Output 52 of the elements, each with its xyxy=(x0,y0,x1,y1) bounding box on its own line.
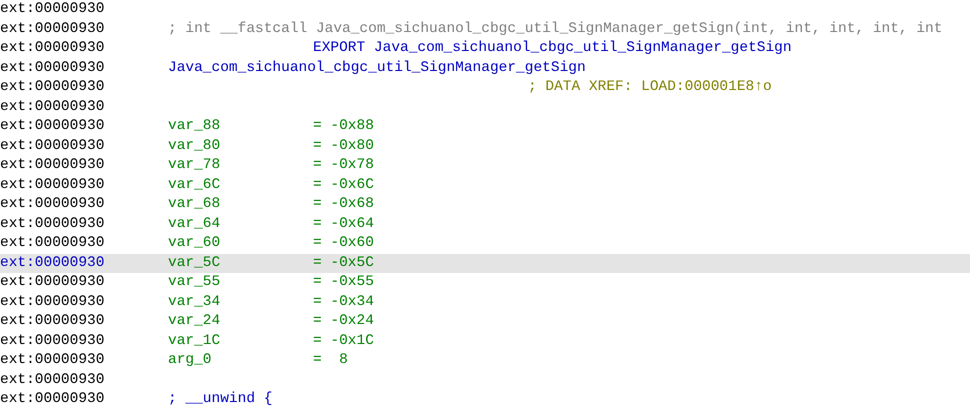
variable-name: var_1C xyxy=(168,332,222,350)
variable-name: var_55 xyxy=(168,273,222,292)
variable-name: var_78 xyxy=(168,156,222,175)
address-label: ext:00000930 xyxy=(0,0,106,19)
variable-offset: = -0x55 xyxy=(313,273,374,292)
address-label: ext:00000930 xyxy=(0,370,106,390)
address-label: ext:00000930 xyxy=(0,195,106,214)
address-label: ext:00000930 xyxy=(0,39,106,58)
address-label: ext:00000930 xyxy=(0,351,106,370)
address-label: ext:00000930 xyxy=(0,273,106,292)
export-directive: EXPORT Java_com_sichuanol_cbgc_util_SignManager_getSign xyxy=(313,39,792,58)
variable-name: var_64 xyxy=(168,214,222,234)
address-label: ext:00000930 xyxy=(0,292,106,312)
function-label: Java_com_sichuanol_cbgc_util_SignManager_getSign xyxy=(168,58,586,78)
address-label: ext:00000930 xyxy=(0,58,106,78)
address-label: ext:00000930 xyxy=(0,117,106,136)
variable-name: var_24 xyxy=(168,312,222,331)
address-label: ext:00000930 xyxy=(0,214,106,234)
address-label: ext:00000930 xyxy=(0,98,106,116)
variable-name: var_5C xyxy=(168,254,222,272)
address-label: ext:00000930 xyxy=(0,156,106,175)
address-label: ext:00000930 xyxy=(0,234,106,253)
variable-offset: = -0x80 xyxy=(313,136,374,156)
variable-offset: = 8 xyxy=(313,351,348,370)
variable-name: arg_0 xyxy=(168,351,213,370)
address-label: ext:00000930 xyxy=(0,312,106,331)
address-label: ext:00000930 xyxy=(0,20,106,38)
comment-text: ; int __fastcall Java_com_sichuanol_cbgc_util_SignManager_getSign(int, int, int, int, int xyxy=(168,20,942,38)
address-label: ext:00000930 xyxy=(0,78,106,97)
unwind-directive: ; __unwind { xyxy=(168,390,272,409)
variable-offset: = -0x88 xyxy=(313,117,374,136)
variable-offset: = -0x60 xyxy=(313,234,374,253)
variable-name: var_6C xyxy=(168,176,222,194)
xref-comment: ; DATA XREF: LOAD:000001E8↑o xyxy=(528,78,772,97)
variable-offset: = -0x5C xyxy=(313,254,374,272)
variable-name: var_34 xyxy=(168,292,222,312)
address-label: ext:00000930 xyxy=(0,176,106,194)
variable-offset: = -0x24 xyxy=(313,312,374,331)
variable-offset: = -0x68 xyxy=(313,195,374,214)
variable-name: var_68 xyxy=(168,195,222,214)
variable-name: var_60 xyxy=(168,234,222,253)
address-label: ext:00000930 xyxy=(0,254,106,272)
variable-name: var_80 xyxy=(168,136,222,156)
variable-offset: = -0x78 xyxy=(313,156,374,175)
variable-name: var_88 xyxy=(168,117,222,136)
variable-offset: = -0x34 xyxy=(313,292,374,312)
variable-offset: = -0x6C xyxy=(313,176,374,194)
address-label: ext:00000930 xyxy=(0,332,106,350)
address-label: ext:00000930 xyxy=(0,390,106,409)
variable-offset: = -0x64 xyxy=(313,214,374,234)
variable-offset: = -0x1C xyxy=(313,332,374,350)
address-label: ext:00000930 xyxy=(0,136,106,156)
